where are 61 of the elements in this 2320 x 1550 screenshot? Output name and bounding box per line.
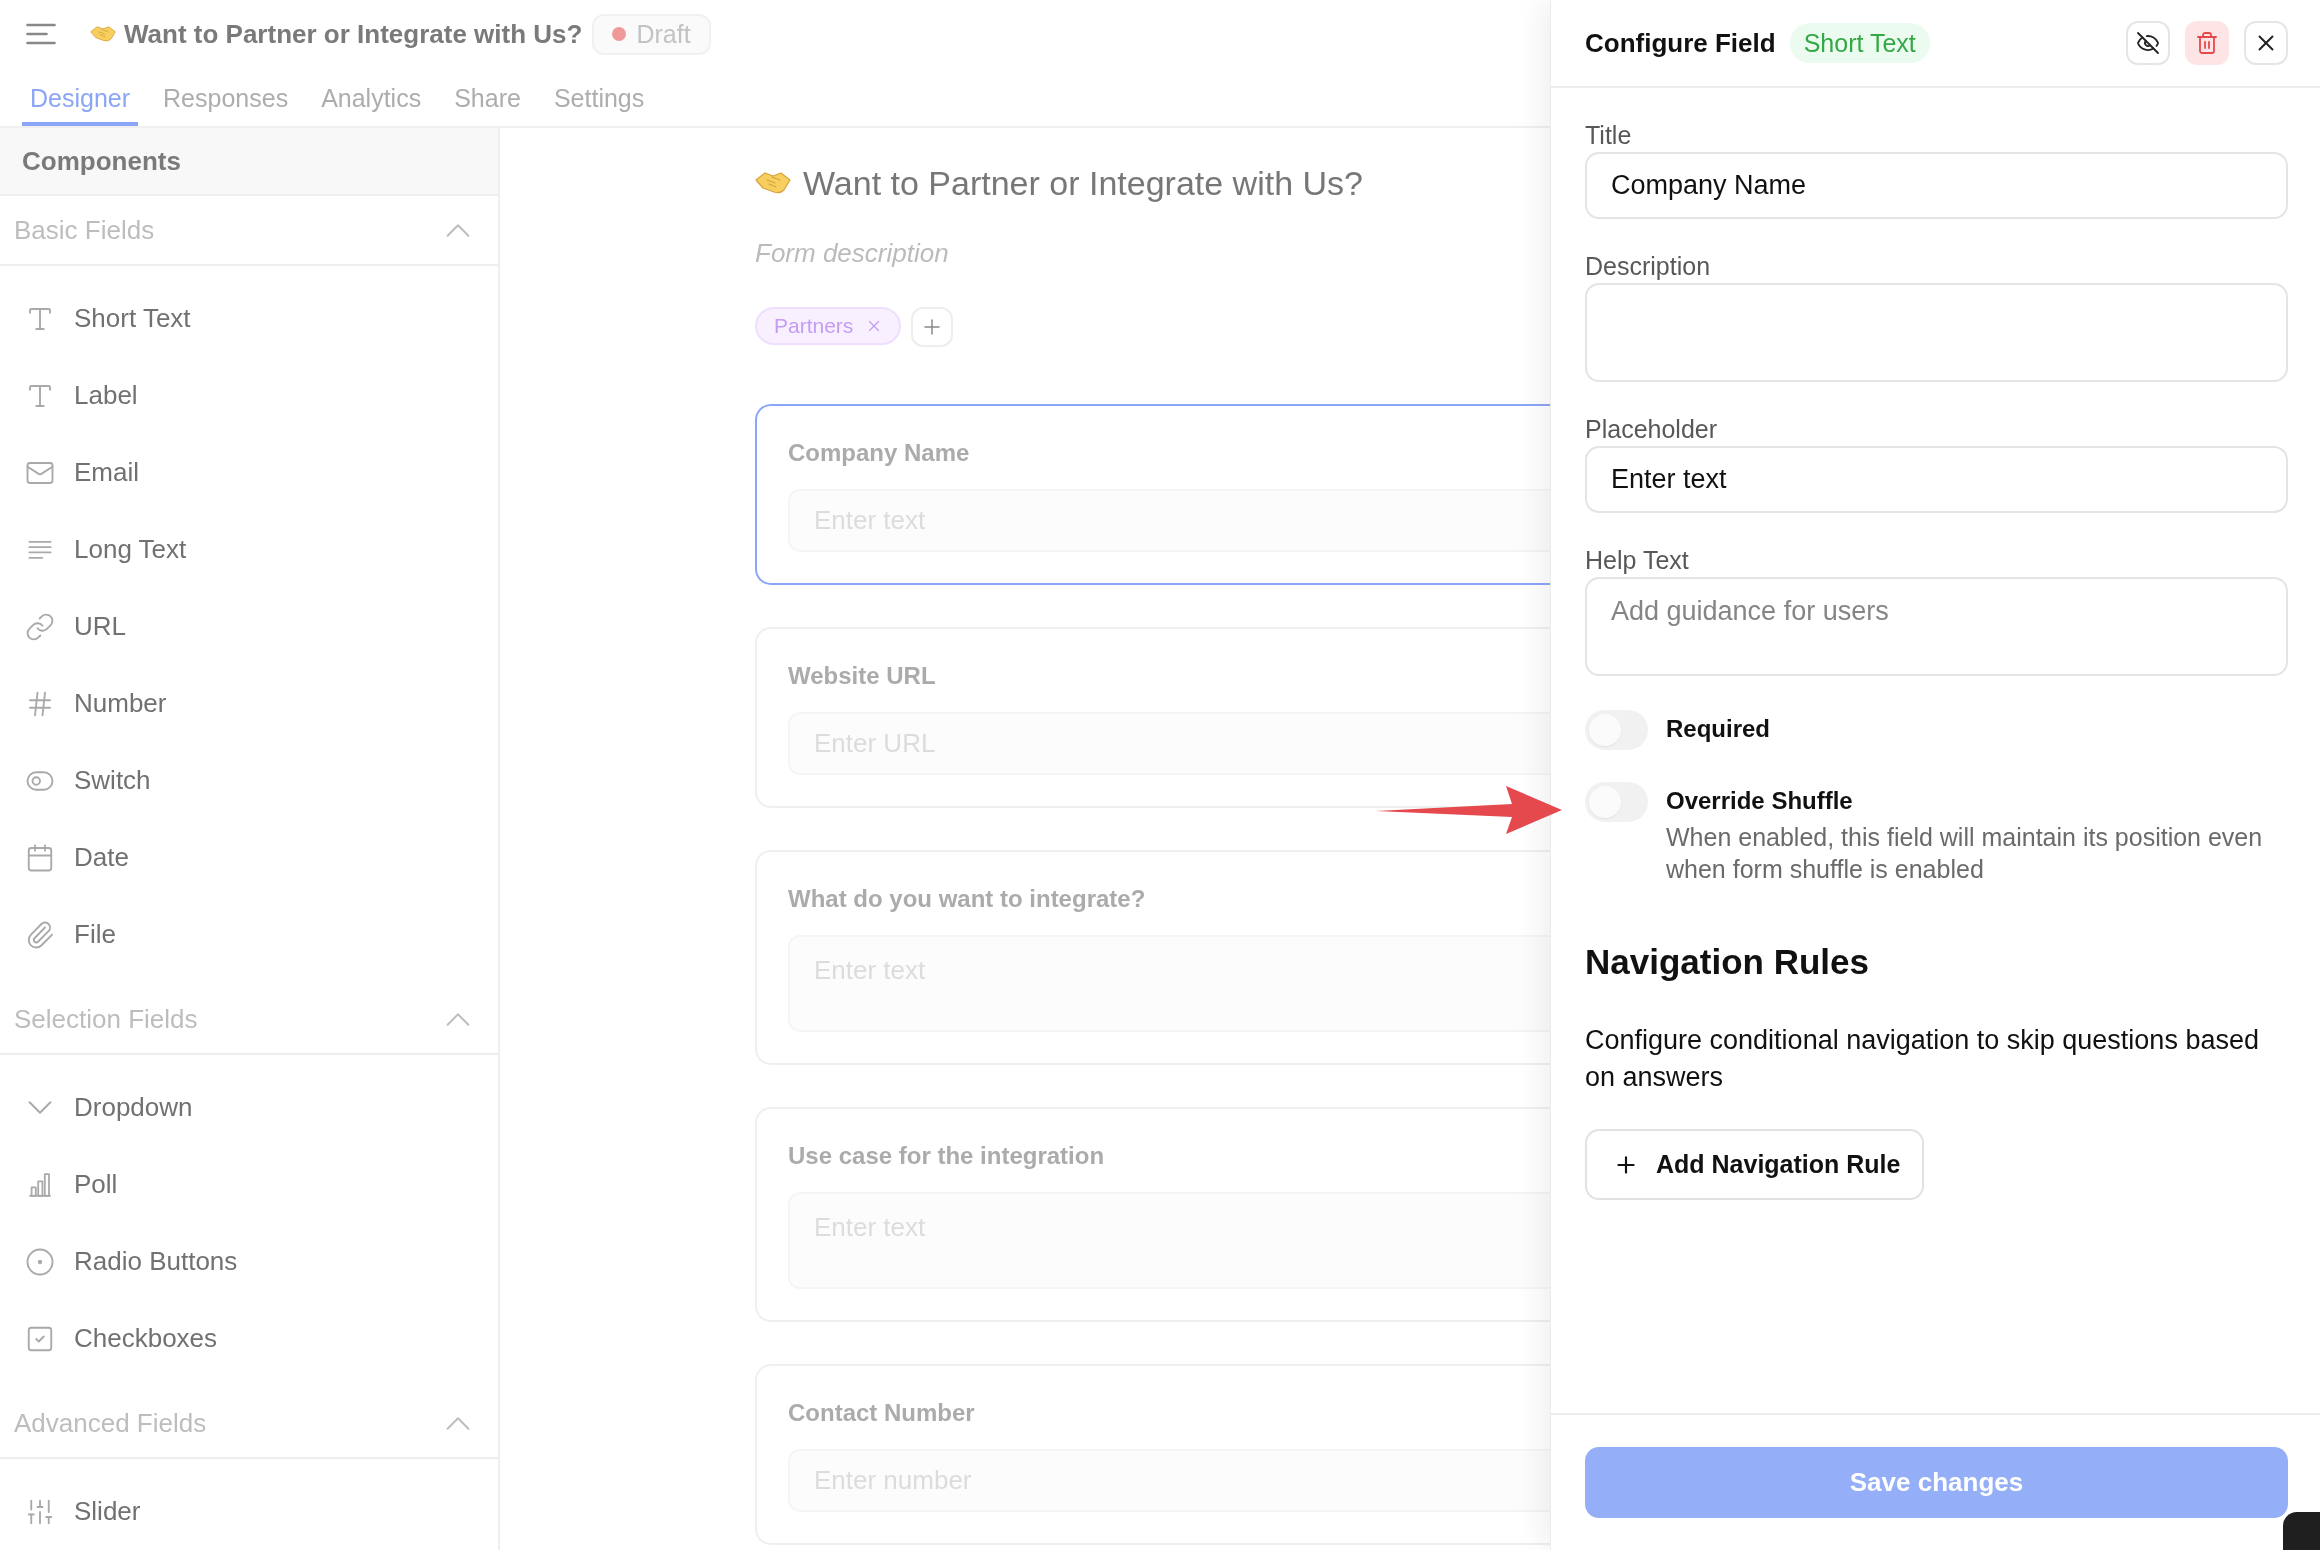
input-field[interactable]: Company Name bbox=[1585, 152, 2288, 219]
handshake-icon bbox=[755, 171, 791, 195]
chevron-down-icon bbox=[28, 1101, 52, 1114]
field-type-badge: Short Text bbox=[1789, 23, 1930, 63]
textarea-field[interactable]: Add guidance for users bbox=[1585, 577, 2288, 676]
visibility-button[interactable] bbox=[2126, 21, 2170, 65]
form-heading: Want to Partner or Integrate with Us? bbox=[803, 163, 1363, 203]
field-label: Description bbox=[1585, 251, 1712, 281]
component-item[interactable]: Date bbox=[0, 819, 498, 896]
radio-icon bbox=[25, 1246, 55, 1277]
toggle-description: When enabled, this field will maintain its position even when form shuffle is enabled bbox=[1666, 822, 2264, 885]
bar-chart-icon bbox=[28, 1172, 52, 1197]
tag-label: Partners bbox=[774, 314, 854, 338]
component-item[interactable]: Poll bbox=[0, 1146, 498, 1223]
component-item[interactable]: Label bbox=[0, 357, 498, 434]
paperclip-icon bbox=[25, 919, 55, 950]
component-item[interactable]: Checkboxes bbox=[0, 1300, 498, 1377]
text-lines-icon bbox=[28, 540, 52, 559]
component-item[interactable]: Long Text bbox=[0, 511, 498, 588]
toggle-label: Required bbox=[1666, 714, 1771, 744]
eye-off-icon bbox=[2136, 31, 2160, 55]
section-description: Configure conditional navigation to skip questions based on answers bbox=[1585, 1024, 2260, 1094]
form-title: Want to Partner or Integrate with Us? bbox=[124, 18, 583, 50]
link-icon bbox=[25, 611, 55, 642]
component-item[interactable]: File bbox=[0, 896, 498, 973]
component-item[interactable]: Dropdown bbox=[0, 1069, 498, 1146]
component-item[interactable]: Email bbox=[0, 434, 498, 511]
input-field[interactable]: Enter text bbox=[1585, 446, 2288, 513]
description-field[interactable]: Form description bbox=[755, 236, 1175, 270]
field-label: Website URL bbox=[788, 661, 937, 691]
toggle-switch[interactable] bbox=[1585, 710, 1648, 750]
field-label: Placeholder bbox=[1585, 414, 1719, 444]
component-item[interactable]: URL bbox=[0, 588, 498, 665]
field-label: Contact Number bbox=[788, 1398, 976, 1428]
field-label: Use case for the integration bbox=[788, 1141, 1106, 1171]
component-item[interactable]: Short Text bbox=[0, 280, 498, 357]
field-label: Help Text bbox=[1585, 545, 1690, 575]
status-dot-icon bbox=[612, 27, 627, 41]
calendar-icon bbox=[25, 842, 55, 873]
menu-icon[interactable] bbox=[26, 23, 56, 45]
field-label: What do you want to integrate? bbox=[788, 884, 1147, 914]
toggle-label: Override Shuffle bbox=[1666, 786, 1854, 816]
add-rule-button[interactable]: Add Navigation Rule bbox=[1585, 1129, 1925, 1200]
delete-button[interactable] bbox=[2185, 21, 2229, 65]
field-label: Company Name bbox=[788, 438, 971, 468]
component-item[interactable]: Switch bbox=[0, 742, 498, 819]
section-title: Navigation Rules bbox=[1585, 941, 1870, 983]
close-button[interactable] bbox=[2244, 21, 2288, 65]
toggle-switch[interactable] bbox=[1585, 782, 1648, 822]
floating-button[interactable] bbox=[2283, 1512, 2320, 1550]
textarea-field[interactable] bbox=[1585, 283, 2288, 382]
add-tag-button[interactable] bbox=[911, 307, 954, 347]
trash-icon bbox=[2195, 31, 2219, 55]
panel-title: Configure Field bbox=[1585, 27, 1776, 59]
component-item[interactable]: Slider bbox=[0, 1473, 498, 1550]
sidebar-title: Components bbox=[0, 128, 498, 196]
component-item[interactable]: Number bbox=[0, 665, 498, 742]
handshake-icon bbox=[90, 25, 116, 43]
component-item[interactable]: Radio Buttons bbox=[0, 1223, 498, 1300]
field-label: Title bbox=[1585, 120, 1633, 150]
status-label: Draft bbox=[636, 19, 691, 49]
